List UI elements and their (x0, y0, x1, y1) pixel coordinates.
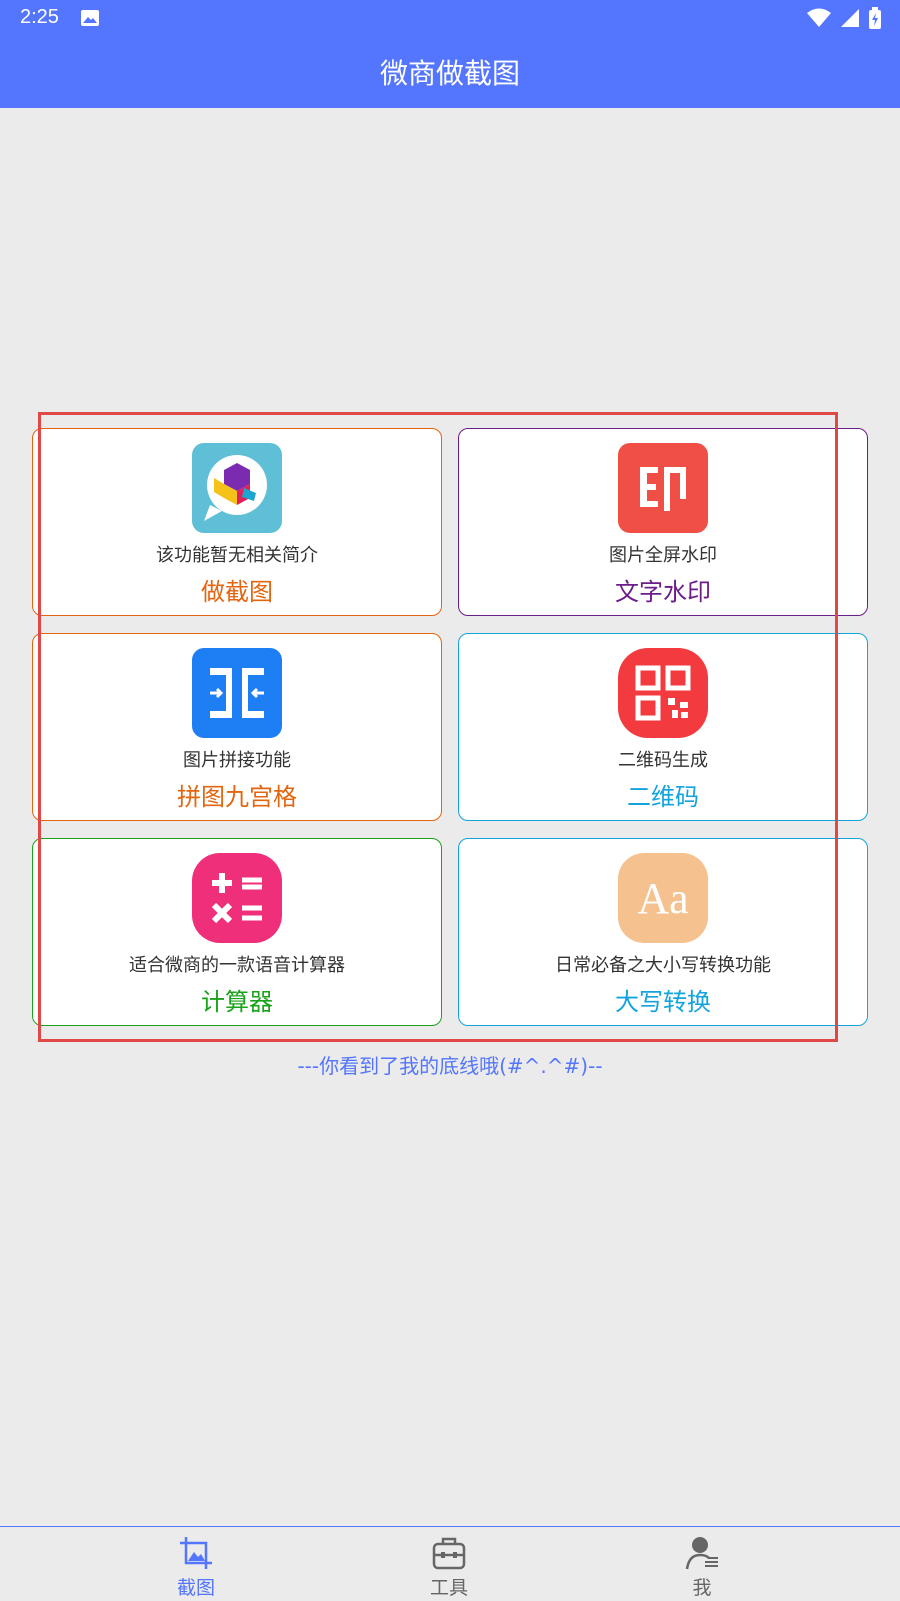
card-description: 图片拼接功能 (183, 750, 291, 771)
card-title: 大写转换 (615, 988, 711, 1016)
feature-grid: 该功能暂无相关简介 做截图 图片全屏水印 文字水印 图片拼接功能 拼图九宫格 二… (0, 0, 900, 1600)
nav-tab-tools[interactable]: 工具 (389, 1527, 509, 1601)
card-title: 计算器 (201, 988, 273, 1016)
card-description: 二维码生成 (618, 750, 708, 771)
calculator-icon (192, 853, 282, 943)
nav-label: 工具 (429, 1577, 468, 1599)
toolbox-icon (432, 1537, 466, 1570)
card-description: 图片全屏水印 (609, 545, 717, 566)
card-title: 拼图九宫格 (177, 783, 297, 811)
text-case-icon: Aa (618, 853, 708, 943)
watermark-stamp-icon (618, 443, 708, 533)
nav-tab-screenshot[interactable]: 截图 (136, 1527, 256, 1601)
feature-card-watermark[interactable]: 图片全屏水印 文字水印 (458, 428, 868, 616)
card-title: 二维码 (627, 783, 699, 811)
card-description: 日常必备之大小写转换功能 (555, 955, 771, 976)
card-title: 做截图 (201, 578, 273, 606)
image-merge-icon (192, 648, 282, 738)
svg-text:Aa: Aa (637, 874, 688, 923)
nav-tab-me[interactable]: 我 (642, 1527, 762, 1601)
feature-card-puzzle[interactable]: 图片拼接功能 拼图九宫格 (32, 633, 442, 821)
card-description: 该功能暂无相关简介 (156, 545, 318, 566)
bottom-navigation: 截图 工具 我 (0, 1526, 900, 1601)
nav-label: 截图 (176, 1577, 215, 1599)
nav-label: 我 (692, 1577, 712, 1599)
end-of-list-note: ---你看到了我的底线哦(#^.^#)-- (297, 1054, 603, 1078)
screenshot-app-icon (192, 443, 282, 533)
feature-card-calculator[interactable]: 适合微商的一款语音计算器 计算器 (32, 838, 442, 1026)
card-title: 文字水印 (615, 578, 711, 606)
profile-icon (685, 1537, 718, 1570)
feature-card-qrcode[interactable]: 二维码生成 二维码 (458, 633, 868, 821)
card-description: 适合微商的一款语音计算器 (129, 955, 345, 976)
feature-card-screenshot[interactable]: 该功能暂无相关简介 做截图 (32, 428, 442, 616)
feature-card-text-case[interactable]: Aa 日常必备之大小写转换功能 大写转换 (458, 838, 868, 1026)
qr-code-icon (618, 648, 708, 738)
crop-image-icon (180, 1537, 212, 1569)
